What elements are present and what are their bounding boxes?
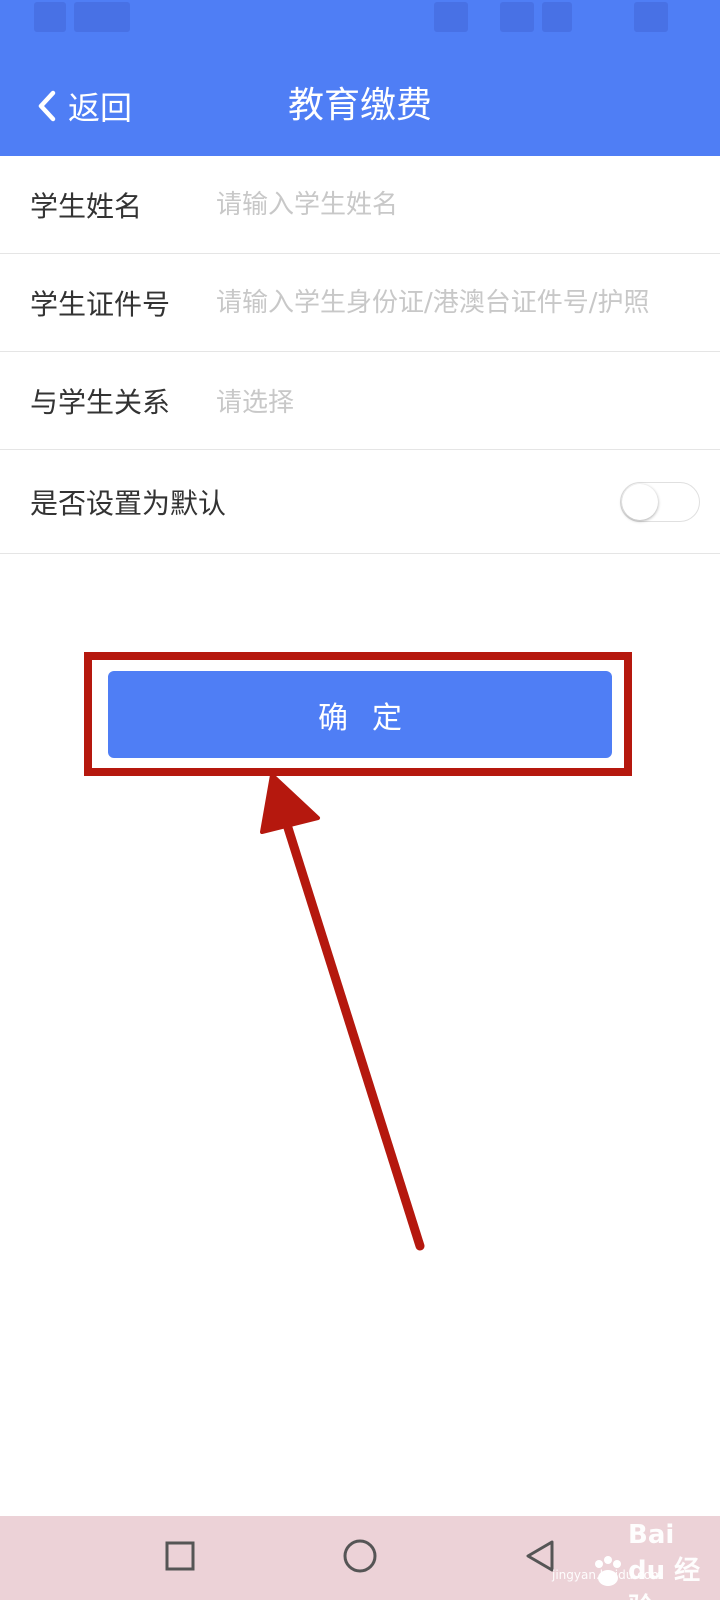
nav-back-button[interactable] bbox=[500, 1516, 580, 1600]
circle-home-icon bbox=[342, 1538, 378, 1578]
watermark-url: jingyan.baidu.com bbox=[552, 1568, 663, 1582]
home-button[interactable] bbox=[320, 1516, 400, 1600]
square-recent-icon bbox=[165, 1541, 195, 1575]
recent-apps-button[interactable] bbox=[140, 1516, 220, 1600]
annotation-arrow bbox=[260, 773, 425, 1251]
